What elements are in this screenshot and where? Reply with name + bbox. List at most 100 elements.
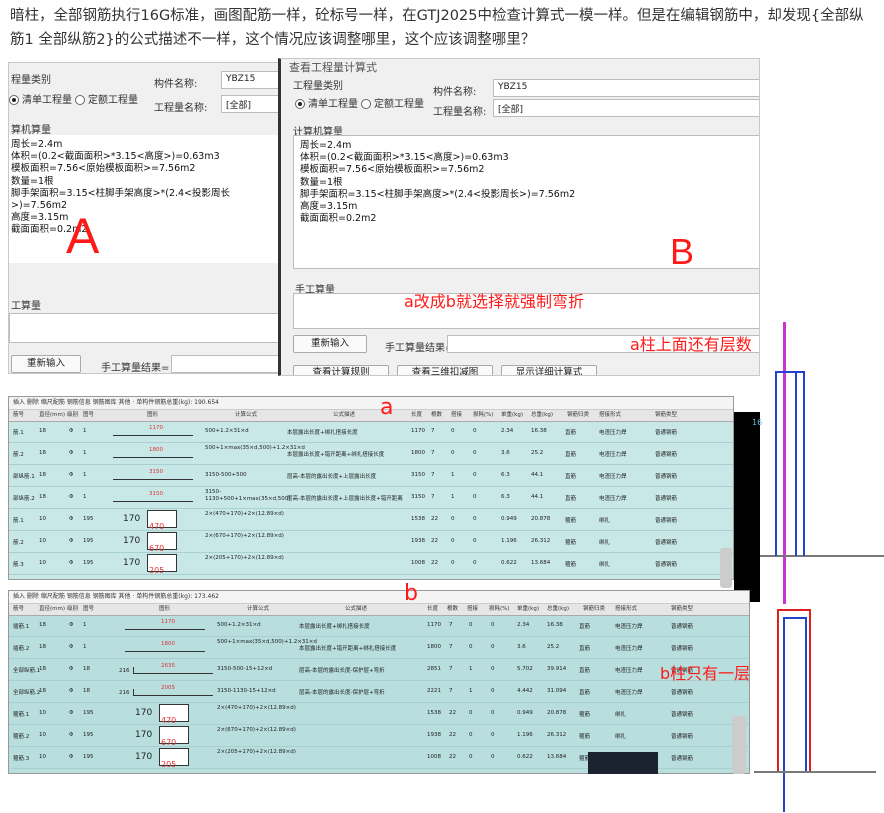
cell-grade: Φ — [69, 450, 74, 456]
reinput-button[interactable]: 重新输入 — [11, 355, 81, 373]
cell-fig: 195 — [83, 754, 94, 760]
question-text: 暗柱，全部钢筋执行16G标准，画图配筋一样，砼标号一样，在GTJ2025中检查计… — [10, 8, 864, 48]
cell-formula[interactable]: 2×(670+170)+2×(12.89×d) — [205, 533, 284, 540]
view-3d-button[interactable]: 查看三维扣减图 — [397, 365, 493, 375]
cell-desc[interactable]: 本层露出长度+错开距离+绑扎搭接长度 — [287, 450, 405, 458]
cell-formula[interactable]: 500+1×max(35×d,500)+1.2×31×d — [217, 639, 317, 646]
component-name-field[interactable]: YBZ15 — [221, 71, 279, 89]
manual-result-field[interactable] — [171, 355, 279, 373]
cell-len: 3150 — [411, 472, 425, 478]
cell-formula[interactable]: 2×(470+170)+2×(12.89×d) — [217, 705, 296, 712]
radio-quota-quantity[interactable]: 定额工程量 — [361, 95, 424, 110]
cell-dia: 18 — [39, 450, 46, 456]
table-row[interactable]: 筋.1 18 Φ 1 500+1.2×31×d 本层露出长度+绑扎搭接长度 1170 7 0 0 2… — [9, 420, 733, 443]
cell-formula[interactable]: 3150-500+500 — [205, 472, 247, 478]
table-row[interactable]: 部纵筋.2 18 Φ 1 3150-1130+500+1×max(35×d,500) 层高… — [9, 486, 733, 509]
cell-num: 22 — [449, 754, 456, 760]
table-row[interactable]: 箍筋.1 10 Φ 195 2×(470+170)+2×(12.89×d) 1538 22 0… — [9, 702, 749, 725]
cell-formula[interactable]: 500+1.2×31×d — [205, 428, 249, 434]
stirrup-dim-label: 170 — [135, 752, 153, 762]
cell-cls: 直筋 — [565, 474, 577, 480]
cell-tw: 31.094 — [547, 688, 567, 694]
stirrup-dim-value: 205 — [149, 566, 165, 575]
blue-rebar-a-outer — [775, 371, 805, 556]
cell-loss: 0 — [491, 688, 495, 694]
cell-dia: 18 — [39, 494, 46, 500]
cell-dia: 10 — [39, 754, 46, 760]
cell-num: 7 — [449, 644, 453, 650]
table-row[interactable]: 筋.1 10 Φ 195 2×(470+170)+2×(12.89×d) 1538 22 0 0… — [9, 508, 733, 531]
table-row[interactable]: 全部纵筋.2 18 Φ 18 3150-1130-15+12×d 层高-本层的露出长度-保… — [9, 680, 749, 703]
cell-dia: 18 — [39, 666, 46, 672]
rebar-shape-length: 2635 — [161, 663, 175, 669]
rebar-grid-b: 插入 删除 缩尺配筋 钢筋信息 钢筋图库 其他 · 单构件钢筋总重(kg): 1… — [8, 590, 750, 774]
cell-desc[interactable]: 本层露出长度+绑扎搭接长度 — [299, 622, 417, 630]
cell-formula[interactable]: 500+1.2×31×d — [217, 622, 261, 628]
cell-lap: 0 — [451, 428, 455, 434]
radio-quota-quantity[interactable]: 定额工程量 — [75, 91, 138, 106]
cell-formula[interactable]: 2×(470+170)+2×(12.89×d) — [205, 511, 284, 518]
cell-fig: 1 — [83, 450, 87, 456]
label-b-big: B — [670, 231, 695, 272]
cell-lap: 0 — [451, 538, 455, 544]
table-row[interactable]: 筋.2 10 Φ 195 2×(670+170)+2×(12.89×d) 1938 22 0 0… — [9, 530, 733, 553]
cell-fig: 1 — [83, 622, 87, 628]
cell-loss: 0 — [473, 516, 477, 522]
table-row[interactable]: 全部纵筋.1 18 Φ 18 3150-500-15+12×d 层高-本层的露出长度-保护… — [9, 658, 749, 681]
cell-lap: 0 — [469, 732, 473, 738]
cell-formula[interactable]: 3150-500-15+12×d — [217, 666, 272, 672]
show-detail-button[interactable]: 显示详细计算式 — [501, 365, 597, 375]
quantity-name-field[interactable]: [全部] — [221, 95, 279, 113]
table-row[interactable]: 插筋.2 18 Φ 1 500+1×max(35×d,500)+1.2×31×d 本层露出… — [9, 636, 749, 659]
cell-name: 筋.2 — [13, 452, 24, 458]
cell-grade: Φ — [69, 710, 74, 716]
table-row[interactable]: 部纵筋.1 18 Φ 1 3150-500+500 层高-本层的露出长度+上层露出长度 31… — [9, 464, 733, 487]
cell-formula[interactable]: 3150-1130+500+1×max(35×d,500) — [205, 489, 290, 503]
cell-formula[interactable]: 3150-1130-15+12×d — [217, 688, 276, 694]
cell-type: 普通钢筋 — [655, 474, 678, 480]
label-a-big: A — [66, 208, 100, 264]
table-row[interactable]: 筋.3 10 Φ 195 2×(205+170)+2×(12.89×d) 1008 22 0 0… — [9, 552, 733, 575]
cell-uw: 6.3 — [501, 472, 510, 478]
manual-input-box[interactable] — [9, 313, 279, 343]
cell-num: 7 — [431, 450, 435, 456]
cell-lapf: 电渣压力焊 — [599, 496, 627, 502]
reinput-button[interactable]: 重新输入 — [293, 335, 367, 353]
cell-desc[interactable]: 本层露出长度+错开距离+绑扎搭接长度 — [299, 644, 417, 652]
status-indicator — [732, 716, 746, 774]
table-row[interactable]: 插筋.1 18 Φ 1 500+1.2×31×d 本层露出长度+绑扎搭接长度 1170 7 0 0… — [9, 614, 749, 637]
radio-icon — [75, 95, 85, 105]
cell-loss: 0 — [473, 538, 477, 544]
table-row[interactable]: 筋.2 18 Φ 1 500+1×max(35×d,500)+1.2×31×d 本层露出长… — [9, 442, 733, 465]
cell-formula[interactable]: 2×(205+170)+2×(12.89×d) — [205, 555, 284, 562]
cell-cls: 直筋 — [565, 452, 577, 458]
cell-type: 普通钢筋 — [655, 452, 678, 458]
radio-list-quantity[interactable]: 清单工程量 — [295, 95, 358, 110]
radio-icon — [295, 99, 305, 109]
cell-dia: 10 — [39, 538, 46, 544]
cell-desc[interactable]: 层高-本层的露出长度-保护层+弯折 — [299, 688, 417, 696]
rebar-shape-line — [125, 651, 205, 652]
cell-desc[interactable]: 层高-本层的露出长度+上层露出长度+错开距离 — [287, 494, 405, 502]
cell-name: 部纵筋.2 — [13, 496, 35, 502]
cell-loss: 0 — [491, 666, 495, 672]
calc-line: 数量=1根 — [300, 176, 343, 188]
radio-list-quantity[interactable]: 清单工程量 — [9, 91, 72, 106]
calc-line: 高度=3.15m — [300, 201, 358, 213]
cell-formula[interactable]: 500+1×max(35×d,500)+1.2×31×d — [205, 445, 305, 452]
table-row[interactable]: 箍筋.2 10 Φ 195 2×(670+170)+2×(12.89×d) 1938 22 0… — [9, 724, 749, 747]
rebar-shape-length: 1170 — [149, 425, 163, 431]
cell-lapf: 绑扎 — [599, 562, 611, 568]
cell-desc[interactable]: 本层露出长度+绑扎搭接长度 — [287, 428, 405, 436]
cell-formula[interactable]: 2×(205+170)+2×(12.89×d) — [217, 749, 296, 756]
cell-grade: Φ — [69, 666, 74, 672]
view-rule-button[interactable]: 查看计算规则 — [293, 365, 389, 375]
cell-desc[interactable]: 层高-本层的露出长度-保护层+弯折 — [299, 666, 417, 674]
quantity-name-field[interactable]: [全部] — [493, 99, 759, 117]
cell-type: 普通钢筋 — [671, 734, 694, 740]
component-name-field[interactable]: YBZ15 — [493, 79, 759, 97]
cell-desc[interactable]: 层高-本层的露出长度+上层露出长度 — [287, 472, 405, 480]
cell-tw: 20.878 — [531, 516, 551, 522]
cell-formula[interactable]: 2×(670+170)+2×(12.89×d) — [217, 727, 296, 734]
cell-num: 7 — [431, 428, 435, 434]
